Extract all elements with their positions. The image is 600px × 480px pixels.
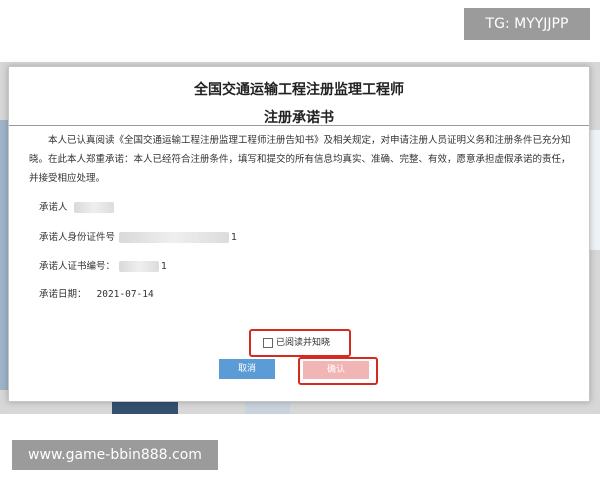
background-sidebar <box>0 120 8 390</box>
tg-watermark: TG: MYYJJPP <box>464 8 590 40</box>
cert-number-value-redacted <box>119 261 160 272</box>
read-confirm-checkbox[interactable] <box>263 337 273 348</box>
date-value: 2021-07-14 <box>96 289 154 300</box>
id-number-value-redacted <box>119 232 230 243</box>
date-label: 承诺日期： <box>39 289 87 300</box>
id-number-field: 承诺人身份证件号 1 <box>39 231 237 245</box>
read-confirm-checkbox-row[interactable]: 已阅读并知晓 <box>263 337 330 349</box>
confirm-button[interactable]: 确认 <box>303 361 369 379</box>
promisor-field: 承诺人 <box>39 201 114 215</box>
commitment-dialog: 全国交通运输工程注册监理工程师 注册承诺书 本人已认真阅读《全国交通运输工程注册… <box>8 66 590 402</box>
cert-number-suffix: 1 <box>161 261 168 272</box>
promisor-value-redacted <box>73 202 114 213</box>
id-number-label: 承诺人身份证件号 <box>39 232 116 243</box>
dialog-subtitle: 注册承诺书 <box>264 110 334 126</box>
url-watermark: www.game-bbin888.com <box>12 440 218 470</box>
dialog-title: 全国交通运输工程注册监理工程师 <box>194 82 404 98</box>
cancel-button[interactable]: 取消 <box>219 359 275 379</box>
cert-number-label: 承诺人证书编号： <box>39 261 116 272</box>
date-field: 承诺日期： 2021-07-14 <box>39 288 154 302</box>
commitment-text: 本人已认真阅读《全国交通运输工程注册监理工程师注册告知书》及相关规定，对申请注册… <box>29 135 571 184</box>
title-divider <box>9 125 589 126</box>
read-confirm-label: 已阅读并知晓 <box>276 338 331 348</box>
cert-number-field: 承诺人证书编号： 1 <box>39 260 167 274</box>
promisor-label: 承诺人 <box>39 202 68 213</box>
id-number-suffix: 1 <box>231 232 238 243</box>
